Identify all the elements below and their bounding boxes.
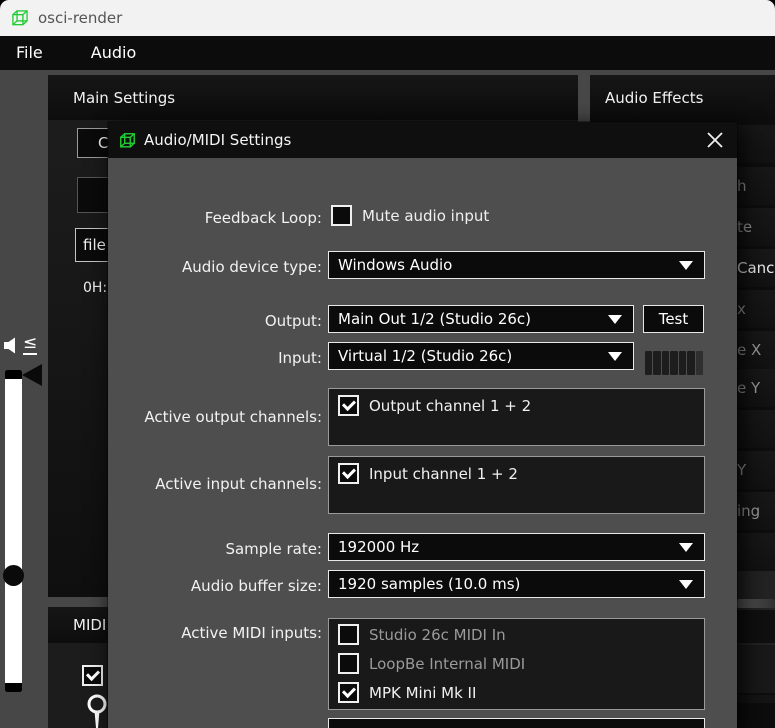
input-label: Input: [114,349,322,367]
meter-segment [679,351,686,375]
osci-render-logo-icon [10,8,30,28]
audio-buffer-size-dropdown[interactable]: 1920 samples (10.0 ms) [328,570,705,598]
main-settings-title: Main Settings [73,89,175,107]
menu-audio[interactable]: Audio [75,36,152,70]
input-device-dropdown[interactable]: Virtual 1/2 (Studio 26c) [328,342,634,370]
main-settings-header: Main Settings [48,75,578,120]
volume-level-pointer [22,364,42,386]
input-level-meter [645,351,703,375]
meter-segment [670,351,677,375]
effect-label: Y [737,461,746,479]
test-button-label: Test [659,310,689,328]
midi-input-checkbox[interactable] [338,653,359,674]
audio-device-type-label: Audio device type: [114,258,322,276]
mute-audio-input-label: Mute audio input [362,207,489,225]
meter-segment [662,351,669,375]
file-type-label: file [83,236,106,254]
window-title: osci-render [38,9,122,27]
input-channel-checkbox[interactable] [338,463,359,484]
volume-slider-thumb[interactable] [3,565,24,586]
audio-buffer-size-value: 1920 samples (10.0 ms) [338,575,520,593]
audio-effects-title: Audio Effects [605,89,703,107]
meter-segment [645,351,652,375]
effect-label: e Y [737,379,760,397]
menu-file[interactable]: File [0,36,59,70]
input-device-value: Virtual 1/2 (Studio 26c) [338,347,512,365]
midi-input-row: MPK Mini Mk II [338,682,476,703]
chevron-down-icon [679,261,693,270]
effect-label: h [737,177,747,195]
effect-label: x [737,300,746,318]
midi-input-checkbox[interactable] [338,682,359,703]
feedback-loop-label: Feedback Loop: [114,209,322,227]
sample-rate-value: 192000 Hz [338,538,419,556]
midi-inputs-listbox: Studio 26c MIDI In LoopBe Internal MIDI … [328,618,705,710]
midi-input-row: Studio 26c MIDI In [338,624,506,645]
meter-segment [696,351,703,375]
input-channels-listbox: Input channel 1 + 2 [328,456,705,514]
chevron-down-icon [608,352,622,361]
output-device-dropdown[interactable]: Main Out 1/2 (Studio 26c) [328,305,634,333]
dialog-body: Feedback Loop: Mute audio input Audio de… [108,158,737,728]
output-label: Output: [114,312,322,330]
audio-device-type-dropdown[interactable]: Windows Audio [328,251,705,279]
sample-rate-label: Sample rate: [114,540,322,558]
mute-audio-input-row: Mute audio input [331,205,489,226]
chevron-down-icon [679,543,693,552]
close-icon[interactable] [706,131,724,149]
slider-cap-top [5,370,22,379]
output-channels-listbox: Output channel 1 + 2 [328,388,705,446]
timer-text: 0H: [83,280,107,296]
audio-buffer-size-label: Audio buffer size: [114,577,322,595]
audio-effects-header: Audio Effects [590,75,775,120]
volume-lte-icon: ≤ [23,333,37,355]
midi-input-checkbox[interactable] [338,624,359,645]
sample-rate-dropdown[interactable]: 192000 Hz [328,533,705,561]
midi-input-label: LoopBe Internal MIDI [369,655,525,673]
meter-segment [653,351,660,375]
mute-audio-input-checkbox[interactable] [331,205,352,226]
effect-label: e X [737,341,761,359]
active-output-channels-label: Active output channels: [114,408,322,426]
volume-slider-track[interactable] [5,370,22,692]
input-channel-label: Input channel 1 + 2 [369,465,518,483]
slider-cap-bottom [5,683,22,692]
speaker-icon [4,337,21,354]
dialog-logo-icon [118,131,137,150]
chevron-down-icon [608,315,622,324]
midi-input-row: LoopBe Internal MIDI [338,653,525,674]
active-midi-inputs-label: Active MIDI inputs: [114,624,322,642]
effect-label: te [737,218,752,236]
output-channel-row: Output channel 1 + 2 [338,395,531,416]
output-channel-checkbox[interactable] [338,395,359,416]
menubar: File Audio [0,36,775,70]
app-window: osci-render File Audio Main Settings Cl … [0,0,775,728]
output-device-value: Main Out 1/2 (Studio 26c) [338,310,531,328]
chevron-down-icon [679,580,693,589]
output-channel-label: Output channel 1 + 2 [369,397,531,415]
test-button[interactable]: Test [643,305,704,333]
effect-label: ing [737,502,760,520]
effect-label: Cancel [737,259,775,277]
os-titlebar[interactable]: osci-render [0,0,775,36]
input-channel-row: Input channel 1 + 2 [338,463,518,484]
midi-panel-title: MIDI [73,616,106,634]
meter-segment [687,351,694,375]
audio-midi-settings-dialog: Audio/MIDI Settings Feedback Loop: Mute … [108,122,737,728]
midi-input-label: MPK Mini Mk II [369,684,476,702]
audio-device-type-value: Windows Audio [338,256,452,274]
midi-input-label: Studio 26c MIDI In [369,626,506,644]
active-input-channels-label: Active input channels: [114,475,322,493]
midi-output-dropdown[interactable] [328,718,705,728]
effect-slider-track[interactable] [737,599,775,608]
dialog-titlebar[interactable]: Audio/MIDI Settings [108,122,737,158]
dialog-title: Audio/MIDI Settings [144,131,291,149]
midi-enable-checkbox[interactable] [82,665,103,686]
